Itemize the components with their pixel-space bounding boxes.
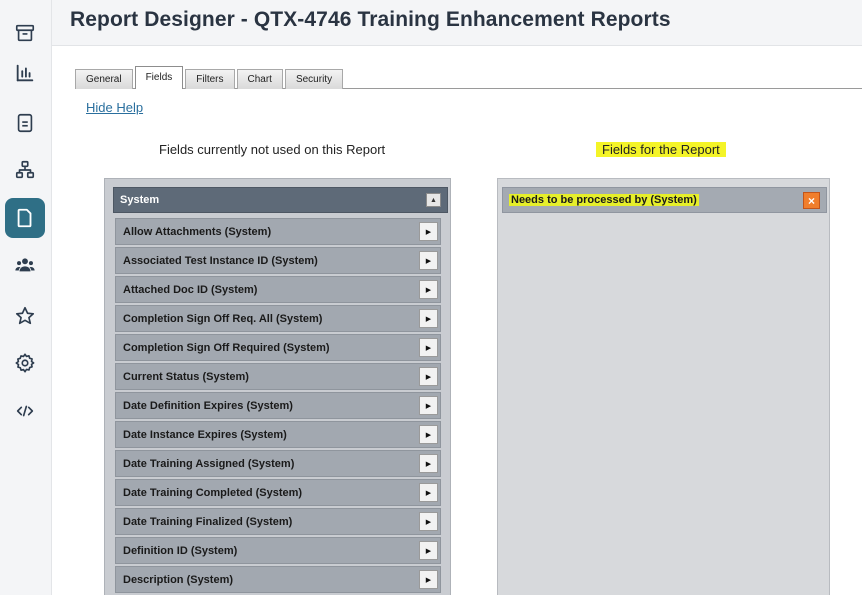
hide-help-link[interactable]: Hide Help	[86, 100, 143, 115]
available-field-label: Associated Test Instance ID (System)	[123, 255, 318, 267]
available-field-label: Definition ID (System)	[123, 545, 238, 557]
available-field-label: Date Instance Expires (System)	[123, 429, 287, 441]
report-icon[interactable]	[5, 198, 45, 238]
report-fields-panel: Needs to be processed by (System) ×	[497, 178, 830, 595]
add-field-button[interactable]: ▶	[419, 483, 438, 502]
available-field-label: Completion Sign Off Req. All (System)	[123, 313, 323, 325]
bar-chart-icon[interactable]	[5, 53, 45, 93]
available-field-label: Attached Doc ID (System)	[123, 284, 258, 296]
add-field-button[interactable]: ▶	[419, 570, 438, 589]
document-icon[interactable]	[5, 103, 45, 143]
triangle-right-icon: ▶	[425, 315, 432, 323]
tab-security[interactable]: Security	[284, 69, 344, 89]
close-icon: ×	[807, 193, 815, 208]
available-field-list: Allow Attachments (System) ▶ Associated Te…	[115, 218, 441, 595]
available-field-label: Description (System)	[123, 574, 234, 586]
report-fields-label: Fields for the Report	[596, 142, 726, 157]
triangle-right-icon: ▶	[425, 489, 432, 497]
available-field-row[interactable]: Attached Doc ID (System) ▶	[115, 276, 441, 303]
code-icon[interactable]	[5, 391, 45, 431]
settings-icon[interactable]	[5, 343, 45, 383]
group-title: System	[120, 194, 160, 206]
add-field-button[interactable]: ▶	[419, 251, 438, 270]
add-field-button[interactable]: ▶	[419, 454, 438, 473]
add-field-button[interactable]: ▶	[419, 280, 438, 299]
add-field-button[interactable]: ▶	[419, 338, 438, 357]
available-field-row[interactable]: Date Training Completed (System) ▶	[115, 479, 441, 506]
available-fields-label: Fields currently not used on this Report	[159, 142, 386, 157]
triangle-right-icon: ▶	[425, 228, 432, 236]
add-field-button[interactable]: ▶	[419, 512, 438, 531]
triangle-right-icon: ▶	[425, 431, 432, 439]
available-field-row[interactable]: Date Training Assigned (System) ▶	[115, 450, 441, 477]
page-title: Report Designer - QTX-4746 Training Enha…	[70, 8, 671, 31]
triangle-right-icon: ▶	[425, 518, 432, 526]
available-field-row[interactable]: Allow Attachments (System) ▶	[115, 218, 441, 245]
available-field-label: Date Definition Expires (System)	[123, 400, 293, 412]
available-field-row[interactable]: Date Definition Expires (System) ▶	[115, 392, 441, 419]
add-field-button[interactable]: ▶	[419, 425, 438, 444]
add-field-button[interactable]: ▶	[419, 309, 438, 328]
triangle-right-icon: ▶	[425, 286, 432, 294]
report-field-row[interactable]: Needs to be processed by (System) ×	[502, 187, 827, 213]
side-nav-rail	[0, 0, 52, 595]
add-field-button[interactable]: ▶	[419, 541, 438, 560]
available-field-row[interactable]: Date Instance Expires (System) ▶	[115, 421, 441, 448]
available-field-label: Date Training Completed (System)	[123, 487, 303, 499]
available-field-label: Completion Sign Off Required (System)	[123, 342, 330, 354]
report-field-label: Needs to be processed by (System)	[509, 194, 699, 206]
users-icon[interactable]	[5, 245, 45, 285]
available-fields-panel: System ▲ Allow Attachments (System) ▶ Asso…	[104, 178, 451, 595]
tab-filters[interactable]: Filters	[185, 69, 235, 89]
available-field-label: Current Status (System)	[123, 371, 249, 383]
triangle-right-icon: ▶	[425, 576, 432, 584]
tab-general[interactable]: General	[75, 69, 133, 89]
triangle-right-icon: ▶	[425, 373, 432, 381]
triangle-right-icon: ▶	[425, 547, 432, 555]
available-field-row[interactable]: Description (System) ▶	[115, 566, 441, 593]
remove-field-button[interactable]: ×	[803, 192, 820, 209]
tab-fields[interactable]: Fields	[134, 66, 184, 89]
available-field-row[interactable]: Date Training Finalized (System) ▶	[115, 508, 441, 535]
star-icon[interactable]	[5, 296, 45, 336]
triangle-right-icon: ▶	[425, 344, 432, 352]
available-field-row[interactable]: Associated Test Instance ID (System) ▶	[115, 247, 441, 274]
tab-bar: General Fields Filters Chart Security	[75, 66, 345, 89]
page-header: Report Designer - QTX-4746 Training Enha…	[52, 0, 862, 46]
add-field-button[interactable]: ▶	[419, 367, 438, 386]
available-field-row[interactable]: Definition ID (System) ▶	[115, 537, 441, 564]
available-field-label: Allow Attachments (System)	[123, 226, 272, 238]
available-field-row[interactable]: Current Status (System) ▶	[115, 363, 441, 390]
tab-chart[interactable]: Chart	[236, 69, 283, 89]
hierarchy-icon[interactable]	[5, 150, 45, 190]
available-field-label: Date Training Finalized (System)	[123, 516, 293, 528]
add-field-button[interactable]: ▶	[419, 396, 438, 415]
archive-icon[interactable]	[5, 13, 45, 53]
collapse-button[interactable]: ▲	[426, 193, 441, 207]
triangle-up-icon: ▲	[430, 196, 437, 204]
triangle-right-icon: ▶	[425, 257, 432, 265]
available-field-row[interactable]: Completion Sign Off Req. All (System) ▶	[115, 305, 441, 332]
add-field-button[interactable]: ▶	[419, 222, 438, 241]
group-header-system: System ▲	[113, 187, 448, 213]
available-field-row[interactable]: Completion Sign Off Required (System) ▶	[115, 334, 441, 361]
triangle-right-icon: ▶	[425, 460, 432, 468]
triangle-right-icon: ▶	[425, 402, 432, 410]
available-field-label: Date Training Assigned (System)	[123, 458, 295, 470]
